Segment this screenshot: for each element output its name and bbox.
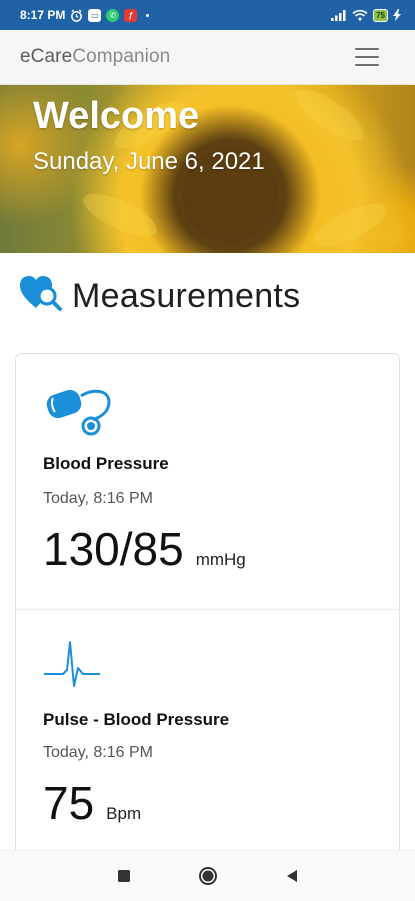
pulse-waveform-icon: [43, 638, 101, 695]
status-left: 8:17 PM ▭ ✆ ƒ: [20, 8, 150, 22]
measurement-value-row: 75 Bpm: [43, 776, 141, 830]
measurement-unit: Bpm: [106, 804, 142, 823]
section-header: Measurements: [18, 274, 300, 319]
messages-icon: ▭: [88, 8, 102, 22]
measurement-value-row: 130/85 mmHg: [43, 522, 246, 576]
measurement-label: Pulse - Blood Pressure: [43, 710, 230, 729]
app-logo[interactable]: eCareCompanion: [20, 46, 170, 68]
logo-prefix: eCare: [20, 46, 73, 67]
battery-icon: 75: [373, 8, 388, 22]
notification-app-icon: ƒ: [124, 8, 138, 22]
heart-search-icon: [18, 274, 64, 319]
measurement-value: 75: [43, 777, 95, 829]
status-right: 75: [331, 8, 401, 22]
measurements-card: Blood Pressure Today, 8:16 PM 130/85 mmH…: [15, 353, 400, 873]
home-icon[interactable]: [197, 865, 219, 887]
app-bar: eCareCompanion: [0, 30, 415, 85]
status-bar: 8:17 PM ▭ ✆ ƒ 75: [0, 0, 415, 30]
back-icon[interactable]: [281, 865, 303, 887]
hero-banner: Welcome Sunday, June 6, 2021: [0, 85, 415, 253]
measurement-unit: mmHg: [195, 550, 246, 569]
measurement-blood-pressure[interactable]: Blood Pressure Today, 8:16 PM 130/85 mmH…: [16, 354, 399, 610]
charging-icon: [393, 9, 401, 21]
hero-title: Welcome: [33, 95, 200, 137]
hamburger-menu-icon[interactable]: [355, 48, 379, 66]
battery-level: 75: [376, 10, 385, 20]
more-notifications-dot: [146, 13, 150, 17]
blood-pressure-cuff-icon: [43, 384, 115, 445]
measurement-time: Today, 8:16 PM: [43, 744, 153, 761]
recent-apps-icon[interactable]: [113, 865, 135, 887]
hero-date: Sunday, June 6, 2021: [33, 148, 265, 175]
whatsapp-icon: ✆: [106, 8, 120, 22]
measurement-time: Today, 8:16 PM: [43, 490, 153, 507]
wifi-icon: [352, 9, 368, 21]
measurement-pulse[interactable]: Pulse - Blood Pressure Today, 8:16 PM 75…: [16, 610, 399, 866]
system-nav-bar: [0, 850, 415, 901]
status-time: 8:17 PM: [20, 8, 66, 22]
section-title: Measurements: [72, 277, 301, 315]
logo-suffix: Companion: [72, 46, 171, 67]
alarm-icon: [70, 8, 83, 22]
signal-icon: [331, 9, 347, 21]
measurement-value: 130/85: [43, 523, 184, 575]
measurement-label: Blood Pressure: [43, 454, 169, 473]
